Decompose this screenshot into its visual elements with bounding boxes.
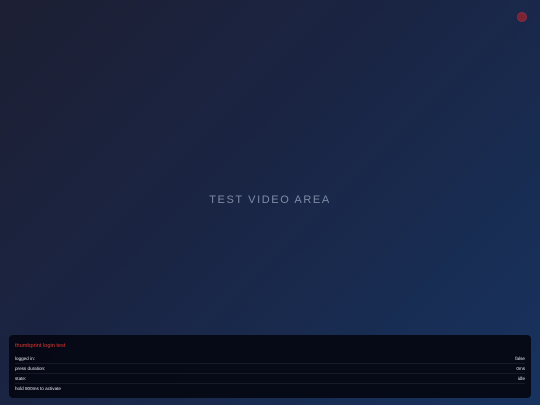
video-area-label: TEST VIDEO AREA (209, 194, 331, 206)
row-label: state: (15, 376, 27, 381)
status-row-press-duration: press duration: 0ms (15, 364, 525, 374)
row-value: false (515, 356, 525, 361)
hint-row: hold 800ms to activate (15, 384, 525, 393)
row-value: idle (517, 376, 525, 381)
status-row-state: state: idle (15, 374, 525, 384)
status-row-logged-in: logged in: false (15, 354, 525, 364)
row-value: 0ms (516, 366, 525, 371)
hint-text: hold 800ms to activate (15, 386, 61, 391)
record-indicator-icon[interactable] (517, 12, 527, 22)
row-label: logged in: (15, 356, 35, 361)
debug-panel: thumbprint login test logged in: false p… (9, 335, 531, 398)
row-label: press duration: (15, 366, 46, 371)
panel-title: thumbprint login test (15, 343, 66, 349)
